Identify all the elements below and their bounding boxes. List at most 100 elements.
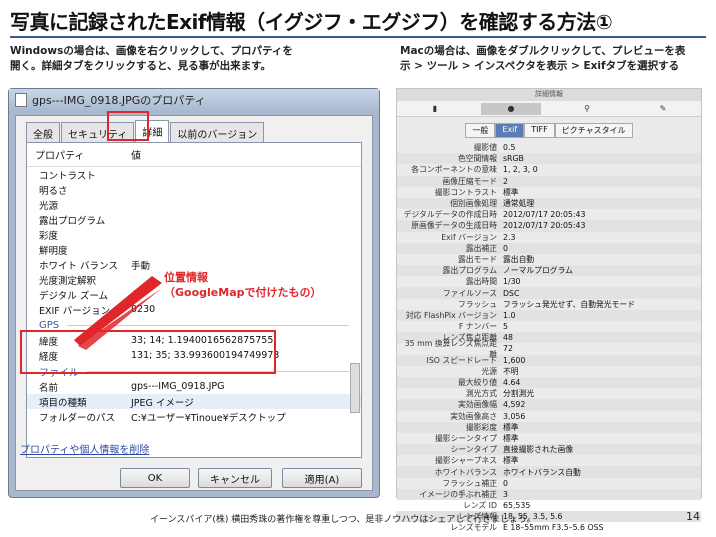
- exif-key: ISO スピードレート: [426, 355, 497, 365]
- list-item: Exif バージョン 2.3: [397, 232, 701, 243]
- exif-value: 2: [503, 176, 508, 186]
- document-icon[interactable]: ▮: [405, 103, 465, 115]
- exif-key: 実効画像幅: [458, 400, 497, 410]
- exif-value: フラッシュ発光せず、自動発光モード: [503, 299, 635, 309]
- exif-value: 1, 2, 3, 0: [503, 165, 538, 175]
- exif-value: ホワイトバランス自動: [503, 467, 581, 477]
- tab-exif[interactable]: Exif: [495, 123, 525, 138]
- info-icon[interactable]: ●: [481, 102, 541, 115]
- tab-tiff[interactable]: TIFF: [524, 123, 555, 138]
- list-item: 最大絞り値 4.64: [397, 376, 701, 389]
- ok-button[interactable]: OK: [120, 468, 190, 488]
- exif-key: 撮影コントラスト: [434, 187, 497, 197]
- list-item: 撮影値 0.5: [397, 142, 701, 153]
- list-item: 原画像データの生成日時 2012/07/17 20:05:43: [397, 220, 701, 232]
- exif-value: 3,056: [503, 411, 526, 421]
- exif-key: フラッシュ補正: [442, 478, 497, 488]
- list-item: デジタルデータの作成日時 2012/07/17 20:05:43: [397, 209, 701, 220]
- list-item: 実効画像高さ 3,056: [397, 411, 701, 422]
- exif-value: DSC: [503, 288, 520, 298]
- exif-value: 1.0: [503, 310, 516, 320]
- exif-value: 露出自動: [503, 254, 535, 264]
- list-item: レンズ ID 65,535: [397, 500, 701, 511]
- footer-text: イーンスパイア(株) 横田秀珠の著作権を尊重しつつ、是非ノウハウはシェアして行き…: [150, 515, 536, 525]
- list-item: フラッシュ フラッシュ発光せず、自動発光モード: [397, 299, 701, 310]
- list-item: シーンタイプ 直接撮影された画像: [397, 444, 701, 456]
- pencil-icon[interactable]: ✎: [633, 103, 693, 115]
- exif-key: 最大絞り値: [458, 378, 497, 388]
- callout-arrow-upper: [74, 276, 162, 346]
- exif-value: 48: [503, 333, 513, 343]
- list-item: ISO スピードレート 1,600: [397, 354, 701, 366]
- list-item: ホワイトバランス ホワイトバランス自動: [397, 466, 701, 478]
- exif-list: 撮影値 0.5 色空間情報 sRGB 各コンポーネントの意味 1, 2, 3, 0 画像圧縮…: [397, 142, 701, 534]
- exif-value: 2.3: [503, 232, 516, 242]
- exif-key: 個別画像処理: [450, 199, 497, 209]
- exif-key: 撮影シーンタイプ: [435, 433, 497, 443]
- list-item: 画像圧縮モード 2: [397, 175, 701, 187]
- inspector-toolbar: ▮ ● ⚲ ✎: [397, 101, 701, 117]
- exif-value: 標準: [503, 456, 519, 466]
- exif-key: 露出モード: [458, 254, 497, 264]
- page-number: 14: [686, 510, 700, 523]
- exif-key: ファイルソース: [442, 288, 497, 298]
- list-item: 各コンポーネントの意味 1, 2, 3, 0: [397, 164, 701, 175]
- list-item: 露出プログラム ノーマルプログラム: [397, 265, 701, 277]
- exif-value: 1/30: [503, 277, 521, 287]
- cancel-button[interactable]: キャンセル: [198, 468, 272, 488]
- exif-key: 撮影値: [473, 143, 497, 153]
- exif-value: 直接撮影された画像: [503, 445, 574, 455]
- list-item: 露出補正 0: [397, 242, 701, 254]
- list-item: 個別画像処理 通常処理: [397, 197, 701, 210]
- tab-general[interactable]: 一般: [465, 123, 496, 138]
- exif-key: 原画像データの生成日時: [411, 221, 497, 231]
- exif-key: 撮影シャープネス: [435, 456, 497, 466]
- list-item: 実効画像幅 4,592: [397, 399, 701, 411]
- exif-key: 画像圧縮モード: [442, 176, 497, 186]
- exif-key: 撮影彩度: [465, 422, 497, 432]
- exif-value: 標準: [503, 422, 519, 432]
- list-item: 撮影コントラスト 標準: [397, 187, 701, 198]
- list-item: 対応 FlashPix バージョン 1.0: [397, 309, 701, 321]
- list-item: 露出時間 1/30: [397, 276, 701, 287]
- exif-value: 4.64: [503, 378, 521, 388]
- exif-key: 各コンポーネントの意味: [411, 165, 497, 175]
- list-item: 撮影彩度 標準: [397, 421, 701, 433]
- exif-value: 通常処理: [503, 199, 535, 209]
- callout-arrow-lower: [78, 288, 162, 350]
- search-icon[interactable]: ⚲: [557, 103, 617, 115]
- exif-value: 標準: [503, 433, 519, 443]
- exif-key: 対応 FlashPix バージョン: [405, 310, 497, 320]
- list-item: 色空間情報 sRGB: [397, 153, 701, 165]
- list-item: 光源 不明: [397, 366, 701, 377]
- exif-value: 0.5: [503, 143, 516, 153]
- exif-value: 2012/07/17 20:05:43: [503, 210, 586, 220]
- exif-value: 4,592: [503, 400, 526, 410]
- list-item: 撮影シーンタイプ 標準: [397, 433, 701, 444]
- exif-key: Exif バージョン: [441, 232, 497, 242]
- exif-key: F ナンバー: [458, 322, 497, 332]
- exif-value: 0: [503, 243, 508, 253]
- exif-key: 光源: [481, 366, 497, 376]
- exif-key: イメージの手ぶれ補正: [419, 489, 497, 499]
- remove-properties-link[interactable]: プロパティや個人情報を削除: [20, 441, 149, 456]
- exif-key: 露出補正: [465, 243, 497, 253]
- exif-key: レンズ ID: [462, 501, 497, 511]
- exif-key: 露出時間: [465, 277, 497, 287]
- exif-value: sRGB: [503, 154, 524, 164]
- inspector-title: 詳細情報: [397, 89, 701, 101]
- list-item: イメージの手ぶれ補正 3: [397, 488, 701, 500]
- exif-value: 5: [503, 322, 508, 332]
- tab-picture-style[interactable]: ピクチャスタイル: [554, 123, 633, 138]
- exif-key: フラッシュ: [458, 299, 497, 309]
- list-item: F ナンバー 5: [397, 321, 701, 332]
- exif-value: 2012/07/17 20:05:43: [503, 221, 586, 231]
- apply-button[interactable]: 適用(A): [282, 468, 362, 488]
- list-item: 測光方式 分割測光: [397, 388, 701, 399]
- exif-key: ホワイトバランス: [434, 467, 497, 477]
- exif-value: 標準: [503, 187, 519, 197]
- exif-value: 0: [503, 478, 508, 488]
- exif-key: 露出プログラム: [442, 266, 497, 276]
- list-item: 35 mm 換算レンズ焦点距離 72: [397, 339, 701, 359]
- exif-value: 1,600: [503, 355, 526, 365]
